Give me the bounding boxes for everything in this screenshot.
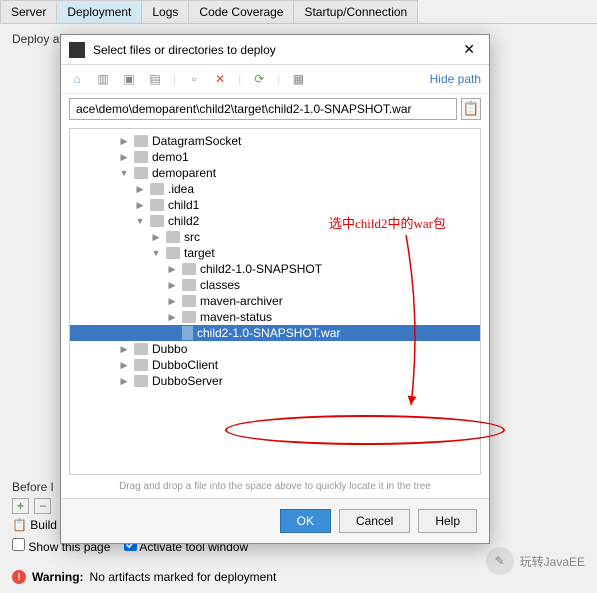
file-tree[interactable]: DatagramSocket demo1 demoparent .idea child1… [70, 129, 480, 393]
tree-arrow-icon[interactable] [134, 200, 146, 211]
tree-folder[interactable]: classes [70, 277, 480, 293]
tree-node-label: DubboClient [152, 358, 218, 372]
tree-arrow-icon[interactable] [134, 216, 146, 226]
remove-task-button[interactable]: − [34, 498, 51, 514]
tree-arrow-icon[interactable] [118, 360, 130, 371]
tree-arrow-icon[interactable] [166, 296, 178, 307]
path-history-button[interactable]: 📋 [461, 98, 481, 120]
tree-folder[interactable]: child2-1.0-SNAPSHOT [70, 261, 480, 277]
tree-folder[interactable]: maven-status [70, 309, 480, 325]
tree-node-label: child2-1.0-SNAPSHOT [200, 262, 322, 276]
folder-icon [150, 215, 164, 227]
folder-icon [166, 247, 180, 259]
tree-node-label: .idea [168, 182, 194, 196]
module-icon[interactable]: ▣ [121, 71, 137, 87]
tree-node-label: target [184, 246, 215, 260]
tree-folder[interactable]: DubboServer [70, 373, 480, 389]
folder-icon [182, 279, 196, 291]
tree-arrow-icon[interactable] [166, 280, 178, 291]
folder-icon [134, 359, 148, 371]
dialog-title: Select files or directories to deploy [93, 43, 276, 57]
tree-arrow-icon[interactable] [118, 376, 130, 387]
tree-arrow-icon[interactable] [150, 232, 162, 243]
new-folder-icon[interactable]: ▤ [147, 71, 163, 87]
tree-node-label: maven-archiver [200, 294, 283, 308]
folder-icon [166, 231, 180, 243]
tree-arrow-icon[interactable] [150, 248, 162, 258]
tab-startup-connection[interactable]: Startup/Connection [293, 0, 418, 23]
show-page-checkbox[interactable] [12, 538, 25, 551]
tree-folder[interactable]: DubboClient [70, 357, 480, 373]
folder-icon [182, 295, 196, 307]
tree-node-label: child2 [168, 214, 199, 228]
tree-folder[interactable]: demoparent [70, 165, 480, 181]
tree-node-label: demo1 [152, 150, 189, 164]
tree-folder[interactable]: Dubbo [70, 341, 480, 357]
cancel-button[interactable]: Cancel [339, 509, 410, 533]
drop-hint: Drag and drop a file into the space abov… [61, 479, 489, 498]
folder-icon [134, 135, 148, 147]
tree-node-label: Dubbo [152, 342, 187, 356]
help-button[interactable]: Help [418, 509, 477, 533]
tree-node-label: child1 [168, 198, 199, 212]
folder-icon [182, 263, 196, 275]
tree-node-label: DatagramSocket [152, 134, 241, 148]
close-button[interactable]: ✕ [457, 41, 481, 58]
tree-node-label: child2-1.0-SNAPSHOT.war [197, 326, 340, 340]
tree-node-label: demoparent [152, 166, 216, 180]
tree-node-label: src [184, 230, 200, 244]
refresh-icon[interactable]: ⟳ [251, 71, 267, 87]
tree-node-label: maven-status [200, 310, 272, 324]
tree-arrow-icon[interactable] [134, 184, 146, 195]
tree-folder[interactable]: .idea [70, 181, 480, 197]
folder-icon [134, 151, 148, 163]
before-launch-label: Before l [12, 480, 53, 494]
brand-icon: ✎ [486, 547, 514, 575]
tree-node-label: DubboServer [152, 374, 223, 388]
add-task-button[interactable]: + [12, 498, 29, 514]
tree-node-label: classes [200, 278, 240, 292]
ok-button[interactable]: OK [280, 509, 331, 533]
tree-arrow-icon[interactable] [118, 152, 130, 163]
tab-code-coverage[interactable]: Code Coverage [188, 0, 294, 23]
warning-text: No artifacts marked for deployment [90, 570, 277, 584]
warning-label: Warning: [32, 570, 84, 584]
folder-icon [134, 343, 148, 355]
tree-arrow-icon[interactable] [166, 312, 178, 323]
brand-watermark: ✎ 玩转JavaEE [486, 547, 585, 575]
expand-icon[interactable]: ▫ [186, 71, 202, 87]
delete-icon[interactable]: ✕ [212, 71, 228, 87]
folder-icon [182, 311, 196, 323]
tree-arrow-icon[interactable] [118, 168, 130, 178]
path-input[interactable] [69, 98, 457, 120]
folder-icon [150, 199, 164, 211]
dialog-icon [69, 42, 85, 58]
tree-folder[interactable]: DatagramSocket [70, 133, 480, 149]
project-icon[interactable]: ▥ [95, 71, 111, 87]
tree-file[interactable]: child2-1.0-SNAPSHOT.war [70, 325, 480, 341]
tab-deployment[interactable]: Deployment [56, 0, 142, 23]
home-icon[interactable]: ⌂ [69, 71, 85, 87]
warning-icon: ! [12, 570, 26, 584]
tree-arrow-icon[interactable] [118, 344, 130, 355]
show-hidden-icon[interactable]: ▦ [290, 71, 306, 87]
hide-path-link[interactable]: Hide path [430, 72, 481, 86]
tree-arrow-icon[interactable] [166, 264, 178, 275]
tree-folder[interactable]: target [70, 245, 480, 261]
folder-icon [134, 375, 148, 387]
tab-server[interactable]: Server [0, 0, 57, 23]
config-tabs: Server Deployment Logs Code Coverage Sta… [0, 0, 597, 24]
tree-arrow-icon[interactable] [118, 136, 130, 147]
tree-folder[interactable]: demo1 [70, 149, 480, 165]
file-icon [182, 326, 193, 340]
file-chooser-dialog: Select files or directories to deploy ✕ … [60, 34, 490, 544]
folder-icon [134, 167, 148, 179]
tab-logs[interactable]: Logs [141, 0, 189, 23]
tree-folder[interactable]: child1 [70, 197, 480, 213]
tree-folder[interactable]: maven-archiver [70, 293, 480, 309]
folder-icon [150, 183, 164, 195]
annotation-text: 选中child2中的war包 [329, 213, 446, 232]
